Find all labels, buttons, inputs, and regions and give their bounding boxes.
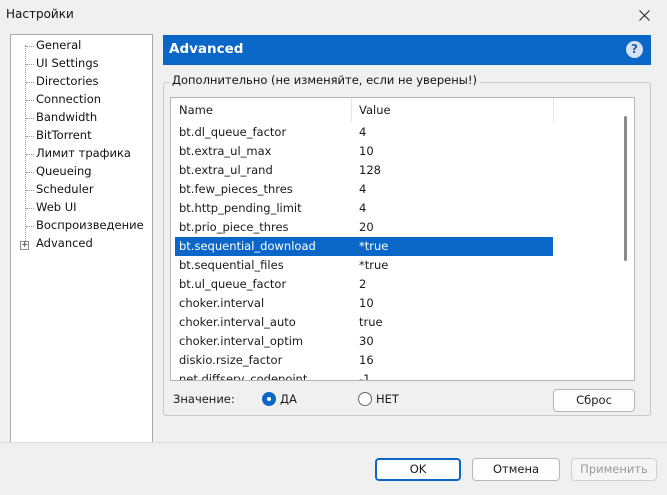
page-title: Advanced — [169, 41, 244, 57]
radio-yes[interactable]: ДА — [262, 391, 297, 407]
table-row[interactable]: net.diffserv_codepoint -1 — [171, 370, 634, 381]
tree-connector-tick — [26, 190, 34, 191]
tree-connector-tick — [26, 46, 34, 47]
apply-button[interactable]: Применить — [571, 458, 657, 481]
cell-value: *true — [359, 258, 389, 272]
table-row[interactable]: choker.interval 10 — [171, 294, 634, 313]
cell-name: bt.prio_piece_thres — [179, 220, 289, 234]
ok-button[interactable]: OK — [375, 458, 461, 481]
title-bar: Настройки — [0, 0, 667, 30]
table-row[interactable]: choker.interval_auto true — [171, 313, 634, 332]
list-rows: bt.dl_queue_factor 4 bt.extra_ul_max 10 bt.e… — [171, 123, 634, 381]
tree-connector-tick — [26, 64, 34, 65]
tree-item-web-ui[interactable]: Web UI — [36, 199, 77, 216]
cell-value: 2 — [359, 277, 367, 291]
radio-unchecked-icon — [358, 392, 372, 406]
column-header-name[interactable]: Name — [171, 98, 351, 122]
cell-name: bt.extra_ul_max — [179, 144, 272, 158]
column-divider[interactable] — [553, 98, 554, 122]
dialog-footer: OK Отмена Применить — [0, 442, 667, 495]
cell-name: bt.ul_queue_factor — [179, 277, 287, 291]
table-row[interactable]: bt.extra_ul_max 10 — [171, 142, 634, 161]
tree-connector-line — [25, 45, 26, 245]
groupbox-label: Дополнительно (не изменяйте, если не уве… — [169, 73, 480, 87]
table-row[interactable]: bt.dl_queue_factor 4 — [171, 123, 634, 142]
table-row[interactable]: bt.sequential_download *true — [171, 237, 634, 256]
table-row[interactable]: bt.extra_ul_rand 128 — [171, 161, 634, 180]
settings-tree: General UI Settings Directories Connecti… — [10, 34, 153, 452]
cell-value: 30 — [359, 334, 374, 348]
cell-name: choker.interval_auto — [179, 315, 296, 329]
tree-item-bittorrent[interactable]: BitTorrent — [36, 127, 92, 144]
column-header-value[interactable]: Value — [351, 98, 551, 122]
cell-value: 4 — [359, 182, 367, 196]
tree-connector-tick — [26, 226, 34, 227]
window-title: Настройки — [6, 7, 74, 21]
tree-item-general[interactable]: General — [36, 37, 81, 54]
value-label: Значение: — [173, 392, 235, 406]
cell-value: true — [359, 315, 383, 329]
cell-name: net.diffserv_codepoint — [179, 372, 308, 381]
tree-item-ui-settings[interactable]: UI Settings — [36, 55, 99, 72]
cell-name: diskio.rsize_factor — [179, 353, 283, 367]
cell-name: bt.dl_queue_factor — [179, 125, 287, 139]
close-icon — [638, 9, 650, 21]
cell-name: bt.sequential_files — [179, 258, 284, 272]
tree-item-directories[interactable]: Directories — [36, 73, 98, 90]
cell-value: 20 — [359, 220, 374, 234]
table-row[interactable]: diskio.rsize_factor 16 — [171, 351, 634, 370]
tree-item-playback[interactable]: Воспроизведение — [36, 217, 144, 234]
tree-connector-tick — [26, 118, 34, 119]
table-row[interactable]: bt.prio_piece_thres 20 — [171, 218, 634, 237]
cell-value: 4 — [359, 201, 367, 215]
vertical-scrollbar[interactable] — [624, 116, 627, 261]
table-row[interactable]: bt.http_pending_limit 4 — [171, 199, 634, 218]
cell-value: *true — [359, 239, 389, 253]
radio-checked-icon — [262, 392, 276, 406]
tree-connector-tick — [26, 172, 34, 173]
cell-name: bt.sequential_download — [179, 239, 316, 253]
tree-connector-tick — [26, 208, 34, 209]
cell-name: choker.interval_optim — [179, 334, 304, 348]
table-row[interactable]: bt.few_pieces_thres 4 — [171, 180, 634, 199]
cell-name: choker.interval — [179, 296, 265, 310]
tree-item-queueing[interactable]: Queueing — [36, 163, 92, 180]
tree-item-scheduler[interactable]: Scheduler — [36, 181, 94, 198]
tree-item-bandwidth[interactable]: Bandwidth — [36, 109, 97, 126]
radio-no-label: НЕТ — [376, 392, 399, 406]
settings-list[interactable]: Name Value bt.dl_queue_factor 4 bt.extra_u… — [170, 97, 635, 381]
cell-name: bt.extra_ul_rand — [179, 163, 273, 177]
cell-value: 128 — [359, 163, 381, 177]
close-button[interactable] — [621, 0, 667, 30]
tree-connector-tick — [26, 154, 34, 155]
table-row[interactable]: bt.sequential_files *true — [171, 256, 634, 275]
tree-item-traffic-limit[interactable]: Лимит трафика — [36, 145, 131, 162]
radio-no[interactable]: НЕТ — [358, 391, 399, 407]
help-icon[interactable]: ? — [626, 41, 643, 58]
cell-value: 16 — [359, 353, 374, 367]
tree-connector-tick — [26, 136, 34, 137]
cancel-button[interactable]: Отмена — [472, 458, 560, 481]
table-row[interactable]: bt.ul_queue_factor 2 — [171, 275, 634, 294]
tree-expand-icon[interactable]: + — [20, 241, 29, 250]
cell-name: bt.http_pending_limit — [179, 201, 302, 215]
reset-button[interactable]: Сброс — [553, 389, 635, 412]
list-header: Name Value — [171, 98, 634, 122]
cell-value: 10 — [359, 144, 374, 158]
tree-connector-tick — [26, 82, 34, 83]
cell-value: 10 — [359, 296, 374, 310]
cell-value: -1 — [359, 372, 371, 381]
radio-yes-label: ДА — [280, 392, 297, 406]
tree-item-advanced[interactable]: Advanced — [36, 235, 93, 252]
cell-name: bt.few_pieces_thres — [179, 182, 293, 196]
page-header: Advanced ? — [163, 35, 651, 65]
table-row[interactable]: choker.interval_optim 30 — [171, 332, 634, 351]
cell-value: 4 — [359, 125, 367, 139]
tree-item-connection[interactable]: Connection — [36, 91, 101, 108]
tree-connector-tick — [26, 100, 34, 101]
